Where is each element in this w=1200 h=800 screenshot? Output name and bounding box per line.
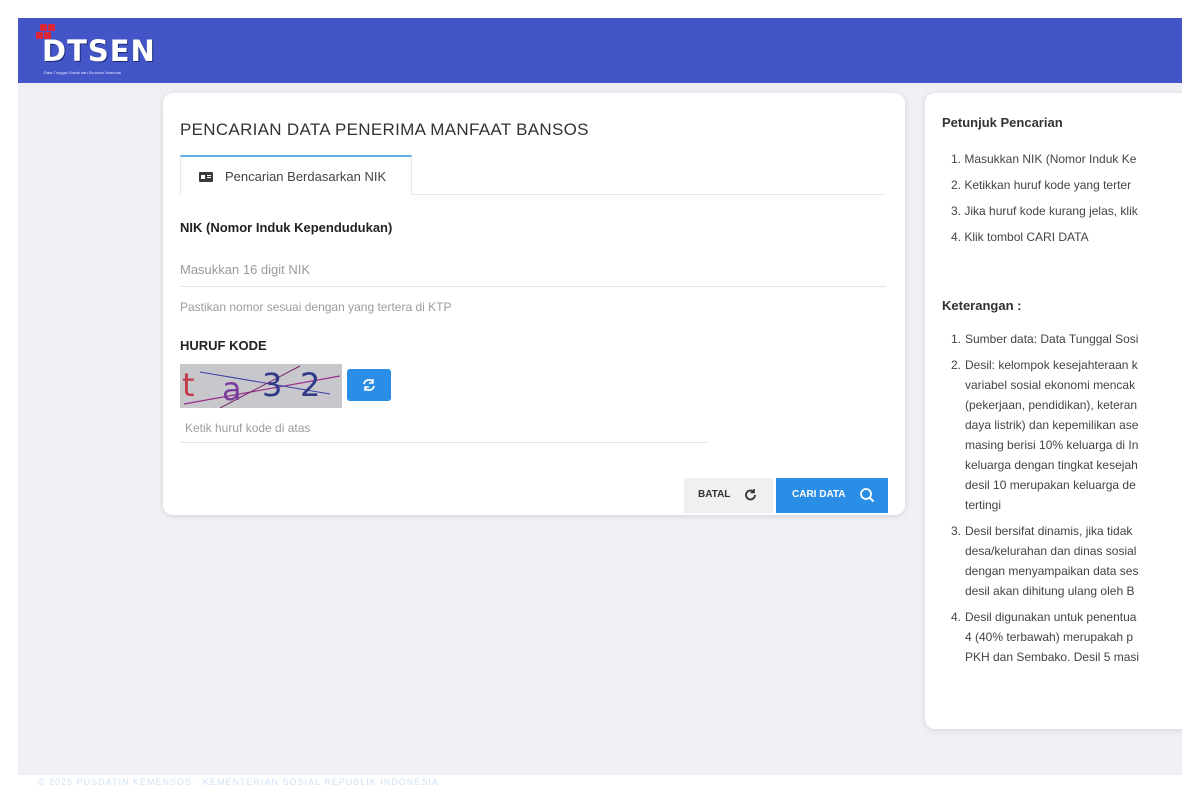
notes-title: Keterangan : xyxy=(942,298,1022,313)
note-number: 2. xyxy=(951,358,962,372)
note-item: 3. Desil bersifat dinamis, jika tidak de… xyxy=(951,521,1182,601)
page-title: PENCARIAN DATA PENERIMA MANFAAT BANSOS xyxy=(180,120,589,139)
guide-card: Petunjuk Pencarian 1. Masukkan NIK (Nomo… xyxy=(925,93,1182,729)
reset-icon xyxy=(745,489,756,501)
captcha-char: t xyxy=(182,366,195,404)
note-number: 3. xyxy=(951,524,962,538)
logo-text: DTSEN xyxy=(42,34,156,68)
note-item: 2. Desil: kelompok kesejahteraan k varia… xyxy=(951,355,1182,515)
logo-tagline: Data Tunggal Sosial dan Ekonomi Nasional xyxy=(44,70,121,75)
note-line: desa/kelurahan dan dinas sosial xyxy=(965,544,1137,558)
note-item: 4. Desil digunakan untuk penentua 4 (40%… xyxy=(951,607,1182,667)
footer: © 2025 PUSDATIN KEMENSOS · KEMENTERIAN S… xyxy=(18,775,1182,800)
nik-input[interactable] xyxy=(180,253,886,287)
footer-text: © 2025 PUSDATIN KEMENSOS · KEMENTERIAN S… xyxy=(38,777,439,787)
note-line: variabel sosial ekonomi mencak xyxy=(965,378,1136,392)
cancel-label: BATAL xyxy=(698,489,731,500)
app-viewport: DTSEN Data Tunggal Sosial dan Ekonomi Na… xyxy=(18,18,1182,800)
search-tabs: Pencarian Berdasarkan NIK xyxy=(180,155,886,195)
note-line: Desil bersifat dinamis, jika tidak xyxy=(965,524,1133,538)
note-line: masing berisi 10% keluarga di In xyxy=(965,438,1139,452)
note-line: Desil digunakan untuk penentua xyxy=(965,610,1137,624)
notes-list: 1. Sumber data: Data Tunggal Sosi 2. Des… xyxy=(951,329,1182,673)
captcha-char: 2 xyxy=(300,366,321,404)
dtsen-logo[interactable]: DTSEN Data Tunggal Sosial dan Ekonomi Na… xyxy=(32,22,172,80)
search-card: PENCARIAN DATA PENERIMA MANFAAT BANSOS P… xyxy=(163,93,905,515)
note-item: 1. Sumber data: Data Tunggal Sosi xyxy=(951,329,1182,349)
top-navbar: DTSEN Data Tunggal Sosial dan Ekonomi Na… xyxy=(18,18,1182,83)
note-line: desil 10 merupakan keluarga de xyxy=(965,478,1136,492)
note-line: PKH dan Sembako. Desil 5 masi xyxy=(965,650,1140,664)
note-number: 4. xyxy=(951,610,962,624)
note-number: 1. xyxy=(951,332,962,346)
note-line: Desil: kelompok kesejahteraan k xyxy=(965,358,1138,372)
note-line: desil akan dihitung ulang oleh B xyxy=(965,584,1135,598)
nik-help-text: Pastikan nomor sesuai dengan yang terter… xyxy=(180,300,452,314)
guide-step: 3. Jika huruf kode kurang jelas, klik xyxy=(951,204,1138,218)
note-line: Sumber data: Data Tunggal Sosi xyxy=(965,332,1139,346)
guide-step: 1. Masukkan NIK (Nomor Induk Ke xyxy=(951,152,1137,166)
id-card-icon xyxy=(199,172,213,182)
guide-step: 4. Klik tombol CARI DATA xyxy=(951,230,1089,244)
search-icon xyxy=(860,488,875,503)
guide-step: 2. Ketikkan huruf kode yang terter xyxy=(951,178,1132,192)
tab-search-by-nik[interactable]: Pencarian Berdasarkan NIK xyxy=(180,155,412,195)
captcha-refresh-button[interactable] xyxy=(347,369,391,401)
captcha-image: t a 3 2 xyxy=(180,364,342,408)
cancel-button[interactable]: BATAL xyxy=(684,478,773,513)
nik-label: NIK (Nomor Induk Kependudukan) xyxy=(180,220,393,235)
note-line: daya listrik) dan kepemilikan ase xyxy=(965,418,1139,432)
tab-label: Pencarian Berdasarkan NIK xyxy=(225,169,387,184)
captcha-char: 3 xyxy=(262,366,283,404)
captcha-input[interactable] xyxy=(180,413,707,443)
note-line: 4 (40% terbawah) merupakah p xyxy=(965,630,1134,644)
captcha-char: a xyxy=(222,370,242,408)
search-button[interactable]: CARI DATA xyxy=(776,478,888,513)
note-line: tertingi xyxy=(965,498,1002,512)
note-line: keluarga dengan tingkat kesejah xyxy=(965,458,1138,472)
refresh-icon xyxy=(363,379,375,391)
search-label: CARI DATA xyxy=(792,489,846,500)
note-line: dengan menyampaikan data ses xyxy=(965,564,1139,578)
guide-title: Petunjuk Pencarian xyxy=(942,115,1063,130)
guide-steps: 1. Masukkan NIK (Nomor Induk Ke 2. Ketik… xyxy=(951,146,1182,250)
captcha-label: HURUF KODE xyxy=(180,338,267,353)
note-line: (pekerjaan, pendidikan), keteran xyxy=(965,398,1138,412)
